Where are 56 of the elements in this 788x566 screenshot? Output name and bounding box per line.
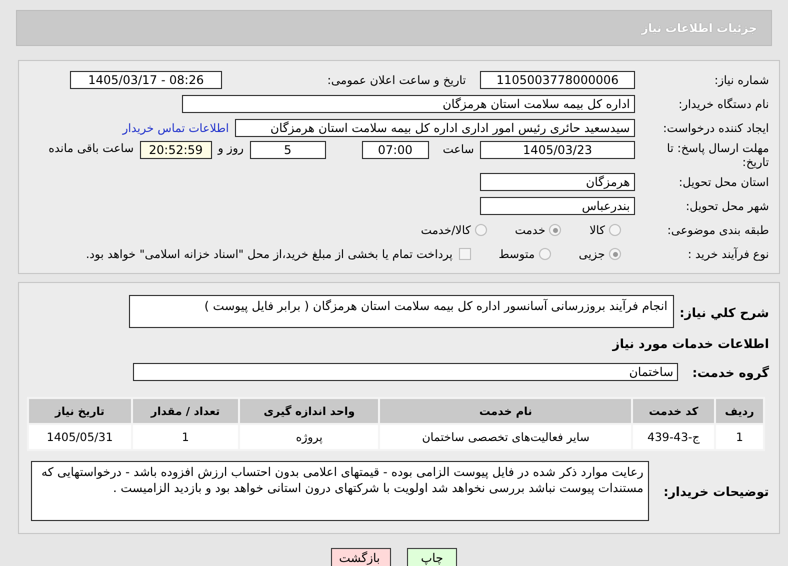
need-number-field: 1105003778000006	[480, 71, 635, 89]
section-heading: اطلاعات خدمات مورد نیاز	[611, 336, 769, 351]
field-label: نام دستگاه خریدار:	[677, 97, 769, 111]
table-cell: 1	[132, 424, 240, 450]
radio-button[interactable]	[609, 248, 621, 260]
field-label: مهلت ارسال پاسخ: تا تاریخ:	[666, 141, 769, 169]
radio-button[interactable]	[538, 248, 551, 260]
announce-date-field: 1405/03/17 - 08:26	[70, 71, 222, 89]
option-label: کالا/خدمت	[420, 223, 471, 237]
field-label: گروه خدمت:	[692, 364, 769, 380]
back-button[interactable]: بازگشت	[331, 548, 391, 566]
option-label: کالا	[589, 223, 605, 237]
column-header: کد خدمت	[632, 398, 716, 424]
table-cell: 1	[715, 424, 764, 450]
checkbox[interactable]	[458, 248, 471, 260]
radio-button[interactable]	[474, 224, 487, 236]
column-header: تاریخ نیاز	[28, 398, 132, 424]
service-group-field: ساختمان	[133, 363, 678, 381]
field-label: تاریخ و ساعت اعلان عمومی:	[326, 73, 467, 87]
field-label: ایجاد کننده درخواست:	[662, 121, 769, 135]
field-label: شرح کلي نياز:	[680, 305, 769, 320]
requester-field: سیدسعید حائری رئیس امور اداری اداره کل بیمه سلامت استان هرمزگان	[235, 119, 635, 137]
days-label: روز و	[218, 141, 244, 155]
city-field: بندرعباس	[480, 197, 635, 215]
field-label: استان محل تحویل:	[678, 175, 769, 189]
table-cell: ج-43-439	[632, 424, 716, 450]
column-header: تعداد / مقدار	[132, 398, 240, 424]
province-field: هرمزگان	[480, 173, 635, 191]
buyer-org-field: اداره کل بیمه سلامت استان هرمزگان	[182, 95, 635, 113]
field-label: شهر محل تحویل:	[684, 199, 769, 213]
table-cell: 1405/05/31	[28, 424, 132, 450]
payment-option-label: پرداخت تمام یا بخشی از مبلغ خرید،از محل "اسناد خزانه اسلامی" خواهد بود.	[86, 247, 453, 261]
remaining-label: ساعت باقی مانده	[48, 141, 134, 155]
option-label: متوسط	[498, 247, 535, 261]
contact-info-link[interactable]: اطلاعات تماس خریدار	[122, 121, 229, 135]
field-label: توضیحات خریدار:	[663, 484, 769, 498]
table-cell: پروژه	[239, 424, 380, 450]
column-header: واحد اندازه گیری	[239, 398, 380, 424]
remaining-time-field: 20:52:59	[140, 141, 212, 159]
radio-button[interactable]	[549, 224, 562, 236]
buyer-notes-field: رعایت موارد ذکر شده در فایل پیوست الزامی بوده - قیمتهای اعلامی بدون احتساب ارزش افزوده باشد - درخواستهایی که مستندات پیوست نباشد بررسی نخواهد شد اولویت با شرکتهای درون استانی خواهد بود و بازدید الزامیست .	[31, 461, 650, 521]
option-label: جزیی	[578, 247, 605, 261]
print-button[interactable]: چاپ	[407, 548, 457, 566]
days-field: 5	[250, 141, 326, 159]
field-label: طبقه بندی موضوعی:	[666, 223, 769, 237]
radio-button[interactable]	[609, 224, 621, 236]
deadline-date-field: 1405/03/23	[480, 141, 635, 159]
column-header: ردیف	[715, 398, 764, 424]
table-cell: سایر فعالیت‌های تخصصی ساختمان	[379, 424, 632, 450]
time-label: ساعت	[442, 142, 474, 156]
field-label: نوع فرآیند خرید :	[686, 247, 769, 261]
column-header: نام خدمت	[379, 398, 632, 424]
description-field: انجام فرآیند بروزرسانی آسانسور اداره کل بیمه سلامت استان هرمزگان ( برابر فایل پیوست )	[128, 295, 674, 328]
option-label: خدمت	[514, 223, 546, 237]
field-label: شماره نیاز:	[713, 73, 769, 87]
deadline-time-field: 07:00	[362, 141, 429, 159]
